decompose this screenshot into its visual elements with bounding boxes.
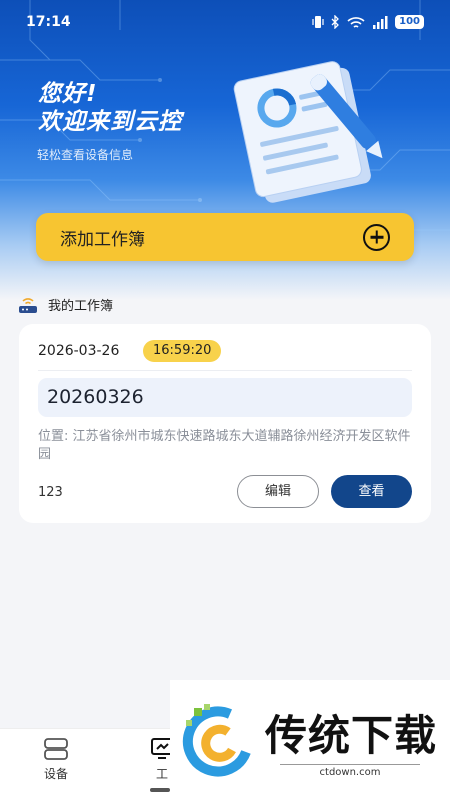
workbook-count: 123 (38, 485, 63, 500)
view-button[interactable]: 查看 (331, 475, 412, 508)
card-divider (38, 370, 412, 371)
vibrate-icon (312, 16, 324, 28)
edit-button[interactable]: 编辑 (237, 475, 319, 508)
workbook-name: 20260326 (38, 378, 412, 417)
plus-circle-icon (363, 223, 390, 251)
status-bar: 17:14 100 (0, 0, 450, 44)
bluetooth-icon (331, 15, 340, 29)
document-pen-illustration (233, 61, 383, 203)
battery-indicator: 100 (395, 15, 424, 29)
workbook-card[interactable]: 2026-03-26 16:59:20 20260326 位置: 江苏省徐州市城… (19, 324, 431, 523)
hero-subtitle: 轻松查看设备信息 (37, 148, 134, 162)
wifi-icon (347, 16, 365, 28)
watermark-logo-icon (182, 704, 251, 777)
watermark-url: ctdown.com (280, 764, 420, 778)
signal-icon (373, 15, 388, 29)
nav-device-label: 设备 (43, 767, 68, 781)
workbook-location: 位置: 江苏省徐州市城东快速路城东大道辅路徐州经济开发区软件园 (38, 429, 411, 462)
watermark-text: 传统下载 (265, 711, 438, 760)
watermark: 传统下载 ctdown.com (170, 680, 450, 800)
router-icon (19, 297, 37, 313)
section-title: 我的工作簿 (48, 299, 114, 314)
workbook-time-badge: 16:59:20 (143, 340, 222, 362)
home-indicator (150, 788, 170, 792)
nav-tab-device[interactable]: 设备 (26, 737, 86, 782)
add-workbook-button[interactable]: 添加工作簿 (36, 213, 414, 261)
workbook-date: 2026-03-26 (38, 343, 120, 359)
section-header: 我的工作簿 (18, 295, 113, 314)
device-icon (44, 738, 68, 760)
greeting-line-2: 欢迎来到云控 (38, 109, 182, 135)
status-icons: 100 (312, 15, 424, 29)
hero-banner: 17:14 100 您好! 欢迎来到云控 轻松查看设备信息 添加工作簿 (0, 0, 450, 300)
status-time: 17:14 (26, 14, 71, 30)
add-workbook-label: 添加工作簿 (60, 229, 145, 250)
nav-workbook-label: 工 (155, 767, 168, 781)
